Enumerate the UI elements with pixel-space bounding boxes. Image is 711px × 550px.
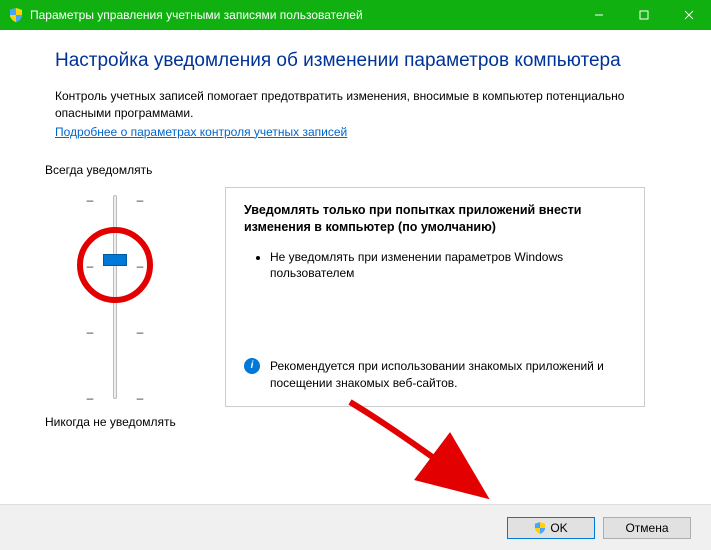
learn-more-link[interactable]: Подробнее о параметрах контроля учетных … (55, 125, 347, 139)
uac-slider[interactable]: –– –– –– –– (85, 187, 145, 407)
info-icon: i (244, 358, 260, 374)
ok-button[interactable]: OK (507, 517, 595, 539)
ok-button-label: OK (550, 521, 567, 535)
content-area: Настройка уведомления об изменении парам… (0, 30, 711, 429)
page-heading: Настройка уведомления об изменении парам… (55, 50, 671, 72)
uac-shield-icon (534, 522, 546, 534)
level-title: Уведомлять только при попытках приложени… (244, 202, 626, 237)
level-bullet: Не уведомлять при изменении параметров W… (270, 249, 626, 283)
slider-label-top: Всегда уведомлять (45, 163, 195, 177)
button-bar: OK Отмена (0, 504, 711, 550)
window-controls (576, 0, 711, 30)
window-title: Параметры управления учетными записями п… (30, 8, 576, 22)
minimize-button[interactable] (576, 0, 621, 30)
slider-label-bottom: Никогда не уведомлять (45, 415, 195, 429)
uac-shield-icon (8, 7, 24, 23)
cancel-button[interactable]: Отмена (603, 517, 691, 539)
maximize-button[interactable] (621, 0, 666, 30)
recommendation-text: Рекомендуется при использовании знакомых… (270, 358, 626, 392)
slider-thumb[interactable] (103, 254, 127, 266)
description-text: Контроль учетных записей помогает предот… (55, 88, 671, 122)
recommendation-row: i Рекомендуется при использовании знаком… (244, 358, 626, 392)
level-description-box: Уведомлять только при попытках приложени… (225, 187, 645, 407)
close-button[interactable] (666, 0, 711, 30)
titlebar: Параметры управления учетными записями п… (0, 0, 711, 30)
cancel-button-label: Отмена (625, 521, 668, 535)
slider-track (113, 195, 117, 399)
